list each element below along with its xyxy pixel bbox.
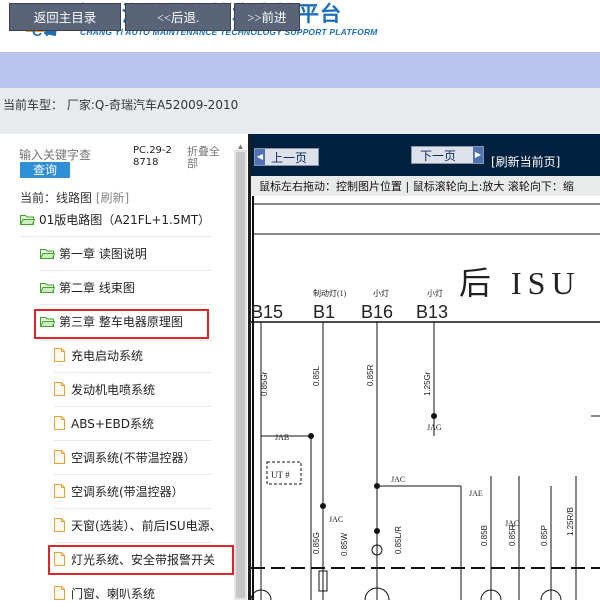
- refresh-page-link[interactable]: [刷新当前页]: [491, 153, 560, 170]
- tree-refresh-link[interactable]: [刷新]: [96, 191, 129, 205]
- wire-label: 0.85P: [540, 525, 549, 546]
- document-icon: [54, 348, 65, 362]
- tree-doc-item[interactable]: 天窗(选装）、前后ISU电源、: [54, 518, 222, 534]
- document-icon: [54, 450, 65, 464]
- diagram-small-label: 小灯: [373, 288, 389, 298]
- tree-separator: [54, 440, 212, 441]
- tree-separator: [40, 304, 212, 305]
- tree-doc-label: ABS+EBD系统: [71, 417, 154, 431]
- tree-doc-label: 空调系统(带温控器）: [71, 485, 184, 499]
- connector-label: B15: [251, 302, 283, 322]
- prev-page-button[interactable]: ◀ 上一页: [254, 148, 319, 166]
- wire-label: 0.85Gr: [260, 371, 269, 396]
- next-page-button[interactable]: 下一页 ▶: [411, 146, 484, 164]
- tree-doc-item[interactable]: 发动机电喷系统: [54, 382, 155, 398]
- tree-root[interactable]: 01版电路图（A21FL+1.5MT）: [20, 212, 210, 228]
- tree-separator: [40, 340, 212, 341]
- junction-label: JAE: [469, 489, 483, 498]
- tree-separator: [54, 508, 212, 509]
- wire-label: 0.85R: [366, 364, 375, 386]
- tree-chapter-label: 第二章 线束图: [59, 281, 135, 295]
- tree-root-label: 01版电路图（A21FL+1.5MT）: [39, 213, 211, 227]
- junction-label: JAC: [391, 475, 405, 484]
- highlight-box: [48, 545, 234, 575]
- diagram-heading: 后 ISU: [459, 265, 581, 301]
- tree-separator: [54, 406, 212, 407]
- tree-doc-label: 门窗、喇叭系统: [71, 587, 156, 601]
- folder-open-icon: [40, 249, 55, 259]
- hint-text: 鼠标左右拖动：控制图片位置 | 鼠标滚轮向上:放大 滚轮向下：缩: [259, 180, 574, 193]
- tree-doc-item[interactable]: 空调系统(带温控器）: [54, 484, 184, 500]
- diagram-box-label: UT #: [271, 470, 290, 480]
- search-button[interactable]: 查询: [20, 162, 70, 178]
- document-icon: [54, 382, 65, 396]
- tree-separator: [20, 236, 212, 237]
- document-icon: [54, 484, 65, 498]
- folder-open-icon: [40, 283, 55, 293]
- collapse-all-link[interactable]: 折叠全部: [187, 146, 229, 170]
- highlight-box: [34, 309, 209, 339]
- junction-label: JAG: [427, 423, 442, 432]
- connector-label: B13: [416, 302, 448, 322]
- arrow-right-icon: ▶: [473, 147, 483, 163]
- prev-page-label: 上一页: [271, 151, 308, 165]
- document-icon: [54, 518, 65, 532]
- tree-doc-item[interactable]: 空调系统(不带温控器）: [54, 450, 196, 466]
- pc-code-label: PC.29-28718: [133, 145, 172, 168]
- wiring-diagram[interactable]: 后 ISU 制动灯(1) 小灯 小灯 B15 B1 B16 B13 UT # J…: [251, 196, 600, 600]
- tree-doc-item[interactable]: 充电启动系统: [54, 348, 143, 364]
- connector-label: B1: [313, 302, 335, 322]
- tree-doc-item[interactable]: ABS+EBD系统: [54, 416, 154, 432]
- tree-chapter-label: 第一章 读图说明: [59, 247, 147, 261]
- current-vehicle-text: 当前车型： 厂家:Q-奇瑞汽车A52009-2010: [3, 98, 239, 112]
- wire-label: 0.85L: [312, 365, 321, 386]
- document-icon: [54, 416, 65, 430]
- tree-chapter-2[interactable]: 第二章 线束图: [40, 280, 135, 296]
- back-button[interactable]: <<后退.: [125, 3, 231, 31]
- wire-label: 0.85B: [480, 525, 489, 546]
- wire-label: 0.85R: [508, 524, 517, 546]
- diagram-small-label: 小灯: [427, 288, 443, 298]
- tree-doc-label: 天窗(选装）、前后ISU电源、: [71, 519, 222, 533]
- wire-label: 0.85G: [312, 532, 321, 554]
- wire-label: 1.25R/B: [566, 507, 575, 536]
- nav-bar: [0, 52, 600, 88]
- wire-label: 1.25Gr: [423, 371, 432, 396]
- junction-label: JAC: [329, 515, 343, 524]
- wire-label: 0.85L/R: [394, 526, 403, 554]
- junction-label: JAB: [275, 433, 289, 442]
- tree-doc-label: 空调系统(不带温控器）: [71, 451, 196, 465]
- tree-doc-label: 发动机电喷系统: [71, 383, 156, 397]
- current-location: 当前：线路图 [刷新]: [20, 189, 129, 206]
- tree-chapter-1[interactable]: 第一章 读图说明: [40, 246, 147, 262]
- diagram-small-label: 制动灯(1): [313, 288, 347, 298]
- folder-open-icon: [20, 215, 35, 225]
- document-icon: [54, 586, 65, 600]
- current-location-label: 当前：线路图: [20, 191, 93, 205]
- connector-label: B16: [361, 302, 393, 322]
- tree-separator: [40, 270, 212, 271]
- wire-label: 0.85W: [340, 532, 349, 556]
- forward-button[interactable]: >>前进: [234, 3, 300, 31]
- next-page-label: 下一页: [420, 149, 457, 163]
- arrow-left-icon: ◀: [255, 149, 265, 165]
- home-button[interactable]: 返回主目录: [9, 3, 121, 31]
- tree-separator: [54, 474, 212, 475]
- tree-doc-label: 充电启动系统: [71, 349, 144, 363]
- tree-separator: [54, 542, 212, 543]
- tree-scrollbar-thumb[interactable]: [236, 152, 245, 598]
- tree-separator: [54, 372, 212, 373]
